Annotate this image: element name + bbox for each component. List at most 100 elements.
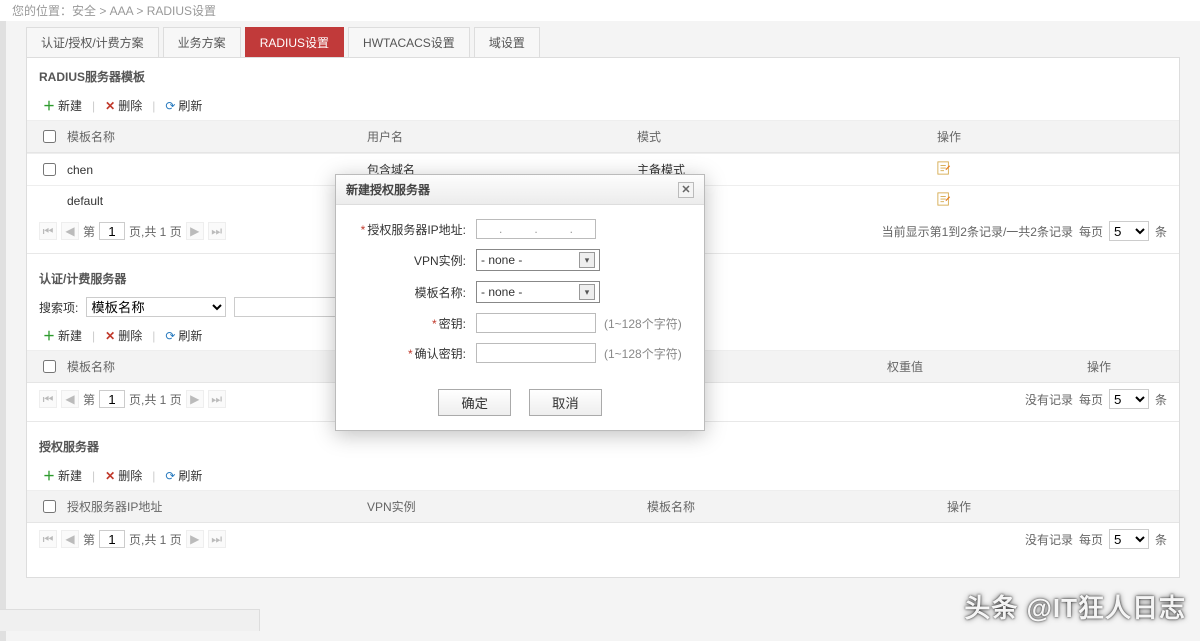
new-button[interactable]: ＋新建 [39, 465, 86, 486]
last-page-icon[interactable]: ⏭ [208, 530, 226, 548]
page-input[interactable] [99, 390, 125, 408]
next-page-icon[interactable]: ▶ [186, 530, 204, 548]
page-size-select[interactable]: 5 [1109, 529, 1149, 549]
col-vpn: VPN实例 [367, 498, 647, 515]
per-label: 每页 [1079, 223, 1103, 240]
x-icon: ✕ [105, 329, 115, 343]
confirm-key-input[interactable] [476, 343, 596, 363]
next-page-icon[interactable]: ▶ [186, 222, 204, 240]
x-icon: ✕ [105, 99, 115, 113]
col-tpl: 模板名称 [647, 498, 947, 515]
first-page-icon[interactable]: ⏮ [39, 390, 57, 408]
new-label: 新建 [58, 97, 82, 114]
search-field-select[interactable]: 模板名称 [86, 297, 226, 317]
new-button[interactable]: ＋新建 [39, 95, 86, 116]
chevron-down-icon: ▾ [579, 284, 595, 300]
select-all-checkbox[interactable] [43, 360, 56, 373]
dialog-title: 新建授权服务器 [346, 181, 430, 198]
col-tpl: 模板名称 [67, 358, 367, 375]
refresh-button[interactable]: ⟳刷新 [161, 325, 206, 346]
col-ops: 操作 [1087, 358, 1167, 375]
tab-auth-scheme[interactable]: 认证/授权/计费方案 [26, 27, 159, 57]
del-label: 删除 [118, 97, 142, 114]
ip-input[interactable]: ... [476, 219, 596, 239]
cancel-button[interactable]: 取消 [529, 389, 602, 416]
page-size-select[interactable]: 5 [1109, 389, 1149, 409]
table-header: 模板名称 用户名 模式 操作 [27, 120, 1179, 153]
ip-label: 授权服务器IP地址: [367, 223, 466, 237]
page-input[interactable] [99, 530, 125, 548]
status-bar [0, 609, 260, 631]
pager-summary: 没有记录 [1025, 531, 1073, 548]
pager-summary: 没有记录 [1025, 391, 1073, 408]
refresh-icon: ⟳ [165, 329, 175, 343]
dialog-new-authz-server: 新建授权服务器 ✕ *授权服务器IP地址: ... VPN实例: - none … [335, 174, 705, 431]
prev-page-icon[interactable]: ◀ [61, 390, 79, 408]
col-user: 用户名 [367, 128, 637, 145]
search-label: 搜索项: [39, 299, 78, 316]
last-page-icon[interactable]: ⏭ [208, 222, 226, 240]
tab-radius[interactable]: RADIUS设置 [245, 27, 344, 57]
page-size-select[interactable]: 5 [1109, 221, 1149, 241]
prev-page-icon[interactable]: ◀ [61, 530, 79, 548]
plus-icon: ＋ [43, 467, 55, 484]
tab-domain[interactable]: 域设置 [474, 27, 540, 57]
edit-icon[interactable] [937, 161, 1167, 178]
ok-button[interactable]: 确定 [438, 389, 511, 416]
unit-label: 条 [1155, 223, 1167, 240]
vpn-select[interactable]: - none -▾ [476, 249, 600, 271]
col-ip: 授权服务器IP地址 [67, 498, 367, 515]
breadcrumb: 您的位置：安全 > AAA > RADIUS设置 [0, 0, 1200, 21]
key-label: 密钥: [439, 317, 466, 331]
pager: ⏮ ◀ 第 页,共 1 页 ▶ ⏭ 没有记录 每页 5 条 [27, 523, 1179, 555]
tab-hwtacacs[interactable]: HWTACACS设置 [348, 27, 470, 57]
edit-icon[interactable] [937, 192, 1167, 209]
new-button[interactable]: ＋新建 [39, 325, 86, 346]
panel-title: RADIUS服务器模板 [27, 58, 1179, 91]
next-page-icon[interactable]: ▶ [186, 390, 204, 408]
last-page-icon[interactable]: ⏭ [208, 390, 226, 408]
first-page-icon[interactable]: ⏮ [39, 222, 57, 240]
refresh-button[interactable]: ⟳刷新 [161, 465, 206, 486]
cell-name: default [67, 194, 367, 208]
template-select[interactable]: - none -▾ [476, 281, 600, 303]
vpn-label: VPN实例: [414, 254, 466, 268]
col-weight: 权重值 [887, 358, 1087, 375]
tpl-label: 模板名称: [415, 286, 466, 300]
delete-button[interactable]: ✕删除 [101, 325, 146, 346]
first-page-icon[interactable]: ⏮ [39, 530, 57, 548]
x-icon: ✕ [105, 469, 115, 483]
select-all-checkbox[interactable] [43, 130, 56, 143]
confirm-key-label: 确认密钥: [415, 347, 466, 361]
confirm-key-hint: (1~128个字符) [604, 345, 682, 362]
key-input[interactable] [476, 313, 596, 333]
chevron-down-icon: ▾ [579, 252, 595, 268]
panel-authz-server: 授权服务器 ＋新建 | ✕删除 | ⟳刷新 授权服务器IP地址 VPN实例 模板… [27, 428, 1179, 561]
refresh-icon: ⟳ [165, 469, 175, 483]
col-ops: 操作 [947, 498, 1167, 515]
row-checkbox[interactable] [43, 163, 56, 176]
page-input[interactable] [99, 222, 125, 240]
refresh-label: 刷新 [178, 97, 202, 114]
col-name: 模板名称 [67, 128, 367, 145]
page-total: 页,共 1 页 [129, 223, 182, 240]
watermark: 头条 @IT狂人日志 [964, 588, 1186, 625]
refresh-button[interactable]: ⟳刷新 [161, 95, 206, 116]
cell-name: chen [67, 163, 367, 177]
tab-bar: 认证/授权/计费方案 业务方案 RADIUS设置 HWTACACS设置 域设置 [16, 21, 1190, 57]
close-icon[interactable]: ✕ [678, 182, 694, 198]
plus-icon: ＋ [43, 97, 55, 114]
table-header: 授权服务器IP地址 VPN实例 模板名称 操作 [27, 490, 1179, 523]
refresh-icon: ⟳ [165, 99, 175, 113]
col-ops: 操作 [937, 128, 1167, 145]
panel-title: 授权服务器 [27, 428, 1179, 461]
key-hint: (1~128个字符) [604, 315, 682, 332]
select-all-checkbox[interactable] [43, 500, 56, 513]
plus-icon: ＋ [43, 327, 55, 344]
delete-button[interactable]: ✕删除 [101, 465, 146, 486]
delete-button[interactable]: ✕删除 [101, 95, 146, 116]
tab-service-scheme[interactable]: 业务方案 [163, 27, 241, 57]
col-mode: 模式 [637, 128, 937, 145]
pager-summary: 当前显示第1到2条记录/一共2条记录 [882, 223, 1073, 240]
prev-page-icon[interactable]: ◀ [61, 222, 79, 240]
